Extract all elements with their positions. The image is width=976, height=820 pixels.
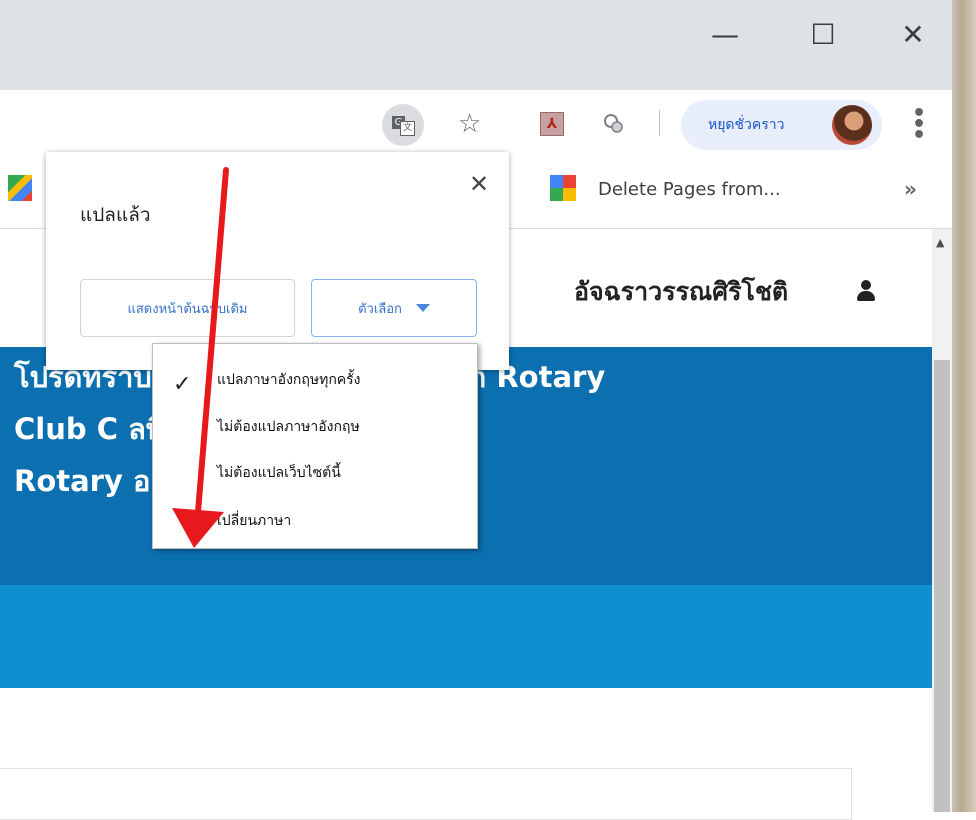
bookmarks-overflow-icon[interactable]: » — [904, 177, 917, 201]
profile-status-label[interactable]: หยุดชั่วคราว — [708, 114, 785, 136]
show-original-label: แสดงหน้าต้นฉบับเดิม — [127, 301, 248, 317]
desktop-edge — [952, 0, 976, 812]
translate-bubble — [46, 152, 509, 370]
extension-icon[interactable] — [602, 112, 624, 134]
user-icon[interactable] — [856, 280, 876, 302]
close-window-button[interactable]: ✕ — [888, 12, 938, 56]
bookmark-item[interactable]: Delete Pages from... — [598, 179, 781, 200]
menu-item-always-translate[interactable]: แปลภาษาอังกฤษทุกครั้ง — [217, 369, 361, 391]
minimize-button[interactable]: — — [700, 12, 750, 56]
checkmark-icon: ✓ — [173, 372, 192, 397]
options-label: ตัวเลือก — [358, 301, 402, 317]
pdf-extension-icon[interactable]: ⅄ — [540, 112, 564, 136]
show-original-button[interactable]: แสดงหน้าต้นฉบับเดิม — [80, 279, 295, 337]
close-icon[interactable]: ✕ — [465, 170, 493, 198]
options-button[interactable]: ตัวเลือก — [311, 279, 477, 337]
menu-item-never-translate-site[interactable]: ไม่ต้องแปลเว็บไซต์นี้ — [217, 462, 341, 484]
menu-item-never-translate-language[interactable]: ไม่ต้องแปลภาษาอังกฤษ — [217, 416, 360, 438]
menu-kebab-icon[interactable]: • • • — [912, 103, 926, 147]
maps-bookmark-icon[interactable] — [8, 175, 32, 201]
toolbar-separator — [659, 110, 660, 136]
content-card — [0, 768, 852, 820]
options-menu: ✓ แปลภาษาอังกฤษทุกครั้ง ไม่ต้องแปลภาษาอั… — [152, 343, 478, 549]
menu-item-change-language[interactable]: เปลี่ยนภาษา — [217, 510, 291, 532]
close-icon: ✕ — [901, 17, 925, 51]
scroll-up-icon[interactable]: ▲ — [936, 236, 944, 249]
maximize-icon: ☐ — [810, 17, 836, 51]
bookmark-star-icon[interactable]: ☆ — [458, 104, 481, 144]
chevron-down-icon — [415, 304, 430, 312]
scrollbar-thumb[interactable] — [934, 360, 950, 812]
bookmark-favicon[interactable] — [550, 175, 576, 201]
translate-icon: G 文 — [392, 116, 415, 136]
user-name[interactable]: อัจฉราวรรณศิริโชติ — [574, 272, 788, 312]
avatar[interactable] — [832, 105, 872, 145]
translate-bubble-title: แปลแล้ว — [80, 204, 151, 226]
maximize-button[interactable]: ☐ — [798, 12, 848, 56]
minimize-icon: — — [711, 17, 739, 51]
translate-button[interactable]: G 文 — [382, 104, 424, 146]
banner-lower-band — [0, 585, 932, 688]
